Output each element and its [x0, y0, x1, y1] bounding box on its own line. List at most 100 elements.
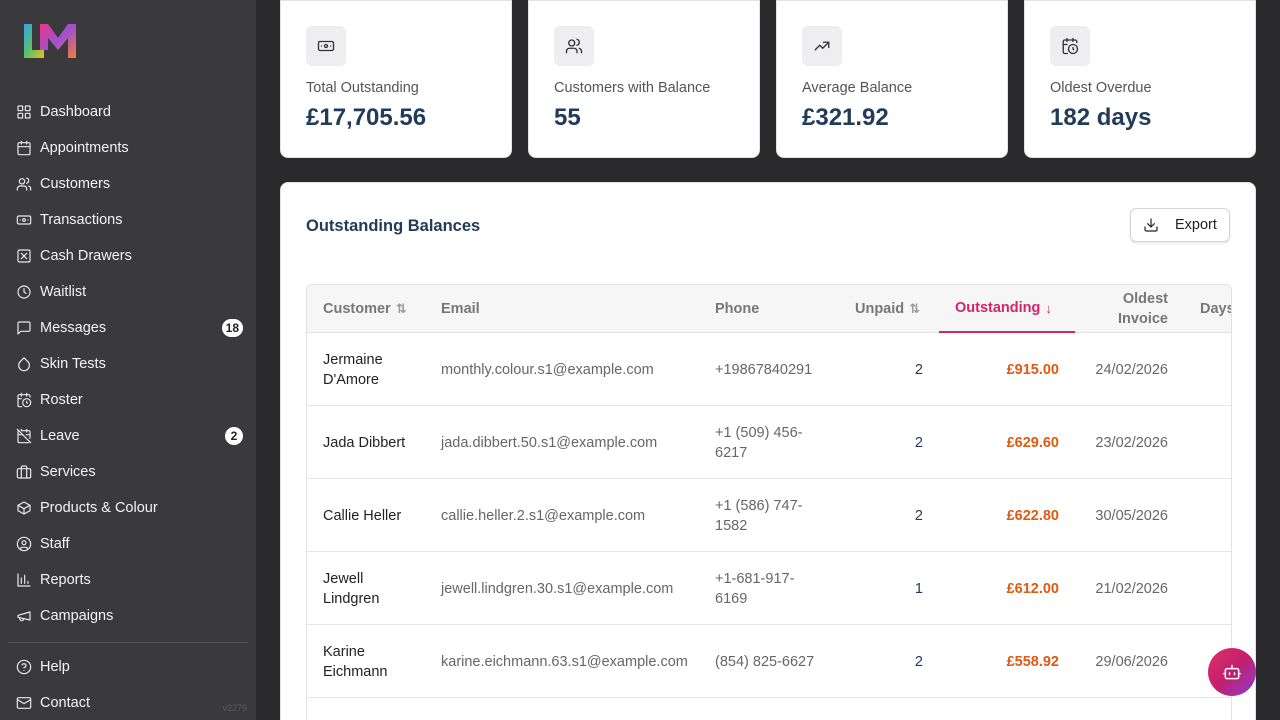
stat-value: 55 [554, 104, 581, 131]
sidebar-item-cash-drawers[interactable]: Cash Drawers [8, 238, 248, 274]
help-circle-icon [16, 659, 32, 675]
stat-card-oldest-overdue: Oldest Overdue 182 days [1024, 0, 1256, 158]
sidebar-item-transactions[interactable]: Transactions [8, 202, 248, 238]
stat-value: 182 days [1050, 104, 1152, 131]
column-header-phone: Phone [715, 285, 759, 333]
column-header-email: Email [441, 285, 480, 333]
sidebar-item-label: Staff [40, 536, 70, 552]
column-label: Email [441, 301, 480, 317]
customer-name: Karine Eichmann [323, 643, 388, 680]
table-header: Customer ⇅ Email Phone Unpaid ⇅ Outstand… [307, 285, 1231, 333]
customer-email[interactable]: monthly.colour.s1@example.com [441, 333, 701, 406]
package-icon [16, 500, 32, 516]
customer-phone: +1 (509) 456-6217 [715, 424, 803, 461]
sidebar-item-contact[interactable]: Contact [8, 685, 248, 720]
chat-assistant-button[interactable] [1208, 648, 1256, 696]
sidebar-item-label: Transactions [40, 212, 123, 228]
calendar-off-icon [16, 428, 32, 444]
export-label: Export [1175, 217, 1217, 233]
customer-phone: +1-681-917-6169 [715, 570, 795, 607]
sidebar-item-skin-tests[interactable]: Skin Tests [8, 346, 248, 382]
version-label: v2279 [222, 703, 247, 713]
sort-icon: ⇅ [395, 301, 407, 316]
sidebar-item-label: Cash Drawers [40, 248, 132, 264]
outstanding-balances-panel: Outstanding Balances Export Customer ⇅ E… [280, 182, 1256, 720]
lm-logo-icon[interactable] [22, 22, 76, 58]
customer-email[interactable]: jada.dibbert.50.s1@example.com [441, 406, 701, 479]
stat-label: Total Outstanding [306, 80, 419, 96]
customer-name: Callie Heller [323, 507, 402, 524]
nav-divider [8, 642, 248, 643]
stat-card-customers-with-balance: Customers with Balance 55 [528, 0, 760, 158]
sidebar-item-label: Products & Colour [40, 500, 158, 516]
stat-label: Oldest Overdue [1050, 80, 1152, 96]
column-header-unpaid[interactable]: Unpaid ⇅ [855, 285, 920, 333]
briefcase-icon [16, 464, 32, 480]
sidebar-item-reports[interactable]: Reports [8, 562, 248, 598]
sidebar-item-appointments[interactable]: Appointments [8, 130, 248, 166]
main-nav: Dashboard Appointments Customers Transactio… [8, 94, 248, 634]
clock-icon [16, 284, 32, 300]
table-row[interactable]: Jada Dibbert jada.dibbert.50.s1@example.c… [307, 406, 1231, 479]
count-badge: 2 [225, 427, 243, 445]
sidebar-item-services[interactable]: Services [8, 454, 248, 490]
export-button[interactable]: Export [1130, 208, 1230, 242]
secondary-nav: Help Contact [8, 642, 248, 720]
grid-icon [16, 104, 32, 120]
sidebar-item-help[interactable]: Help [8, 649, 248, 685]
table-row[interactable]: Callie Heller callie.heller.2.s1@example.… [307, 479, 1231, 552]
oldest-invoice-date: 23/02/2026 [1095, 434, 1168, 451]
column-label: Oldest [1122, 291, 1168, 307]
column-header-customer[interactable]: Customer ⇅ [323, 285, 407, 333]
outstanding-amount: £558.92 [1006, 653, 1059, 670]
sidebar-item-messages[interactable]: Messages 18 [8, 310, 248, 346]
sidebar-item-campaigns[interactable]: Campaigns [8, 598, 248, 634]
panel-title: Outstanding Balances [306, 217, 481, 235]
sidebar-item-dashboard[interactable]: Dashboard [8, 94, 248, 130]
arrow-down-icon: ↓ [1045, 300, 1052, 316]
sidebar-item-products-colour[interactable]: Products & Colour [8, 490, 248, 526]
unpaid-count: 2 [914, 507, 923, 524]
calendar-icon [16, 140, 32, 156]
sidebar-item-label: Waitlist [40, 284, 87, 300]
table-row[interactable]: Jermaine D'Amore monthly.colour.s1@exampl… [307, 333, 1231, 406]
customer-email[interactable]: callie.heller.2.s1@example.com [441, 479, 701, 552]
column-header-oldest-invoice[interactable]: Oldest Invoice [1087, 285, 1168, 333]
sidebar-item-label: Skin Tests [40, 356, 106, 372]
oldest-invoice-date: 30/05/2026 [1095, 507, 1168, 524]
customer-phone: (854) 825-6627 [715, 653, 815, 670]
droplet-icon [16, 356, 32, 372]
unpaid-count: 2 [914, 434, 923, 451]
sidebar-item-waitlist[interactable]: Waitlist [8, 274, 248, 310]
sidebar-item-roster[interactable]: Roster [8, 382, 248, 418]
message-icon [16, 320, 32, 336]
oldest-invoice-date: 29/06/2026 [1095, 653, 1168, 670]
column-header-days[interactable]: Days [1200, 285, 1231, 333]
sidebar-item-label: Messages [40, 320, 107, 336]
calendar-clock-icon [1050, 26, 1090, 66]
customer-email[interactable]: jewell.lindgren.30.s1@example.com [441, 552, 701, 625]
sidebar-item-customers[interactable]: Customers [8, 166, 248, 202]
sidebar-item-label: Appointments [40, 140, 129, 156]
customer-email[interactable]: karine.eichmann.63.s1@example.com [441, 625, 701, 698]
customer-name: Jewell Lindgren [323, 570, 380, 607]
user-circle-icon [16, 536, 32, 552]
sort-icon: ⇅ [909, 301, 921, 316]
stat-card-total-outstanding: Total Outstanding £17,705.56 [280, 0, 512, 158]
table-row[interactable]: Karine Eichmann karine.eichmann.63.s1@exa… [307, 625, 1231, 698]
outstanding-amount: £629.60 [1006, 434, 1059, 451]
customer-phone: +19867840291 [715, 361, 813, 378]
column-header-outstanding[interactable]: Outstanding ↓ [939, 285, 1075, 333]
column-label: Invoice [1118, 311, 1168, 327]
column-label: Unpaid [855, 301, 905, 317]
outstanding-amount: £622.80 [1006, 507, 1059, 524]
sidebar-item-leave[interactable]: Leave 2 [8, 418, 248, 454]
count-badge: 18 [221, 319, 243, 337]
cash-drawer-icon [16, 248, 32, 264]
mail-icon [16, 695, 32, 711]
column-label: Customer [323, 301, 391, 317]
sidebar-item-label: Dashboard [40, 104, 111, 120]
table-row[interactable]: Jewell Lindgren jewell.lindgren.30.s1@exa… [307, 552, 1231, 625]
sidebar-item-label: Campaigns [40, 608, 114, 624]
sidebar-item-staff[interactable]: Staff [8, 526, 248, 562]
